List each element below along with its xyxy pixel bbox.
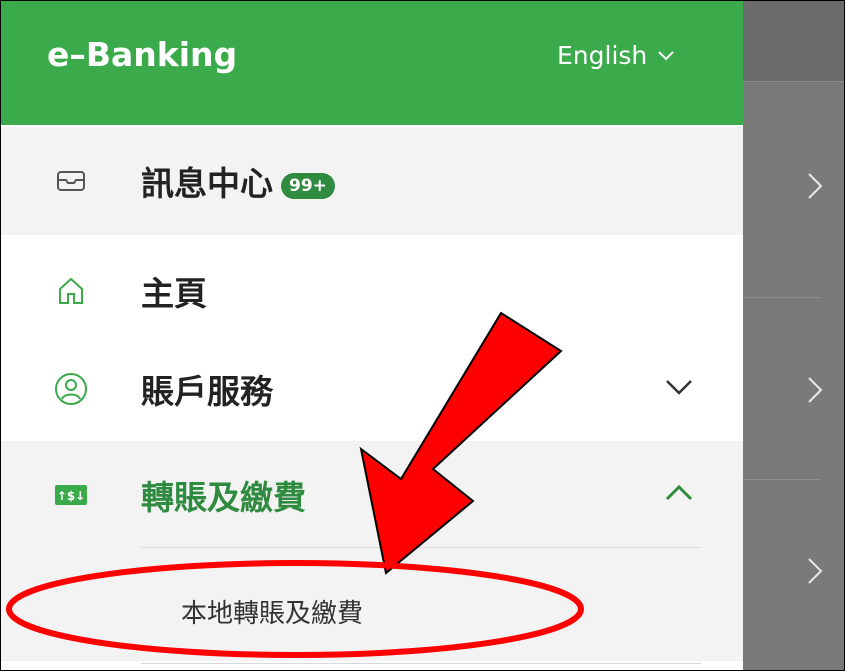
- menu-item-home[interactable]: 主頁: [1, 237, 743, 345]
- screenshot-frame: e–Banking English 訊息中心 99+ 主頁 賬戶服務 ↑$↓ 轉…: [0, 0, 845, 671]
- dimmed-header: [743, 1, 844, 82]
- chevron-right-icon: [806, 556, 824, 593]
- app-title: e–Banking: [47, 35, 238, 74]
- background-divider: [743, 479, 821, 480]
- menu-item-label: 賬戶服務: [141, 372, 273, 411]
- menu-item-label: 轉賬及繳費: [141, 478, 306, 517]
- svg-text:↑$↓: ↑$↓: [57, 489, 85, 503]
- menu-item-inbox[interactable]: 訊息中心 99+: [1, 127, 743, 235]
- dimmed-background-page: [743, 1, 844, 670]
- inbox-icon: [51, 161, 91, 201]
- menu-item-transfer-payment[interactable]: ↑$↓ 轉賬及繳費: [1, 441, 743, 549]
- home-icon: [51, 271, 91, 311]
- menu-item-label: 主頁: [141, 274, 207, 313]
- menu-item-label-wrapper: 訊息中心 99+: [141, 157, 335, 205]
- submenu-divider: [141, 663, 701, 664]
- chevron-right-icon: [806, 375, 824, 412]
- chevron-down-icon: [657, 50, 675, 62]
- chevron-up-icon: [665, 484, 693, 505]
- language-label: English: [557, 41, 648, 70]
- unread-count-badge: 99+: [281, 172, 335, 199]
- submenu-item-local-transfer[interactable]: 本地轉賬及繳費: [1, 549, 743, 661]
- chevron-down-icon: [665, 379, 693, 399]
- navigation-drawer: e–Banking English 訊息中心 99+ 主頁 賬戶服務 ↑$↓ 轉…: [1, 1, 743, 670]
- menu-item-label: 訊息中心: [141, 164, 273, 203]
- submenu-item-label: 本地轉賬及繳費: [181, 599, 364, 629]
- language-selector[interactable]: English: [557, 41, 675, 70]
- user-circle-icon: [51, 369, 91, 409]
- submenu-divider: [141, 547, 701, 548]
- menu-item-account-services[interactable]: 賬戶服務: [1, 335, 743, 443]
- chevron-right-icon: [806, 171, 824, 208]
- background-divider: [743, 297, 821, 298]
- money-transfer-icon: ↑$↓: [51, 475, 91, 515]
- drawer-header: e–Banking English: [1, 1, 743, 125]
